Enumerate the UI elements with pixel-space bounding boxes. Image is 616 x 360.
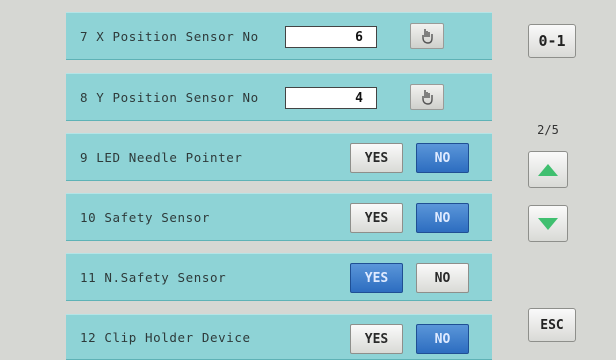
no-button[interactable]: NO (416, 263, 469, 293)
yes-button[interactable]: YES (350, 143, 403, 173)
counter-reset-button[interactable]: 0-1 (528, 24, 576, 58)
keypad-button[interactable] (410, 84, 444, 110)
hand-pointer-icon (422, 29, 433, 44)
hand-pointer-icon (422, 90, 433, 105)
esc-button[interactable]: ESC (528, 308, 576, 342)
x-position-value-field[interactable]: 6 (285, 26, 377, 48)
yes-button[interactable]: YES (350, 203, 403, 233)
row-label: 9 LED Needle Pointer (80, 149, 243, 165)
arrow-up-icon (538, 163, 558, 176)
yes-button[interactable]: YES (350, 263, 403, 293)
counter-0-1-icon: 0-1 (538, 32, 566, 50)
keypad-button[interactable] (410, 23, 444, 49)
row-label: 7 X Position Sensor No (80, 28, 259, 44)
row-label: 11 N.Safety Sensor (80, 269, 227, 285)
row-label: 8 Y Position Sensor No (80, 89, 259, 105)
setting-row-clip-holder-device: 12 Clip Holder Device YES NO (66, 314, 492, 360)
setting-row-y-position: 8 Y Position Sensor No 4 (66, 73, 492, 121)
arrow-down-icon (538, 217, 558, 230)
setting-row-safety-sensor: 10 Safety Sensor YES NO (66, 193, 492, 241)
setting-row-n-safety-sensor: 11 N.Safety Sensor YES NO (66, 253, 492, 301)
setting-row-led-needle-pointer: 9 LED Needle Pointer YES NO (66, 133, 492, 181)
page-up-button[interactable] (528, 151, 568, 188)
no-button[interactable]: NO (416, 203, 469, 233)
y-position-value-field[interactable]: 4 (285, 87, 377, 109)
no-button[interactable]: NO (416, 143, 469, 173)
setting-row-x-position: 7 X Position Sensor No 6 (66, 12, 492, 60)
row-label: 12 Clip Holder Device (80, 329, 251, 345)
no-button[interactable]: NO (416, 324, 469, 354)
page-indicator: 2/5 (537, 123, 559, 137)
row-label: 10 Safety Sensor (80, 209, 211, 225)
page-down-button[interactable] (528, 205, 568, 242)
yes-button[interactable]: YES (350, 324, 403, 354)
